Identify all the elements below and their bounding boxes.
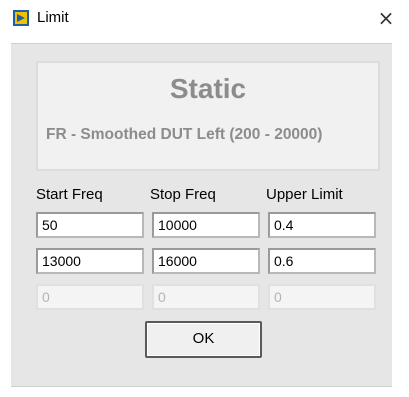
info-box: Static FR - Smoothed DUT Left (200 - 200… bbox=[36, 61, 380, 171]
start-freq-cell[interactable]: 50 bbox=[36, 212, 144, 238]
upper-limit-cell-empty[interactable]: 0 bbox=[268, 284, 376, 310]
app-icon bbox=[13, 10, 29, 26]
stop-freq-cell[interactable]: 16000 bbox=[152, 248, 260, 274]
upper-limit-cell[interactable]: 0.4 bbox=[268, 212, 376, 238]
close-button[interactable]: × bbox=[372, 5, 400, 31]
start-freq-cell[interactable]: 13000 bbox=[36, 248, 144, 274]
window-title: Limit bbox=[37, 9, 69, 26]
title-bar: Limit × bbox=[0, 0, 409, 36]
stop-freq-cell-empty[interactable]: 0 bbox=[152, 284, 260, 310]
header-start-freq: Start Freq bbox=[36, 186, 103, 203]
measurement-subtitle: FR - Smoothed DUT Left (200 - 20000) bbox=[46, 126, 323, 143]
start-freq-cell-empty[interactable]: 0 bbox=[36, 284, 144, 310]
ok-button[interactable]: OK bbox=[145, 321, 262, 358]
header-stop-freq: Stop Freq bbox=[150, 186, 216, 203]
header-upper-limit: Upper Limit bbox=[266, 186, 343, 203]
limit-type-heading: Static bbox=[169, 73, 247, 104]
stop-freq-cell[interactable]: 10000 bbox=[152, 212, 260, 238]
upper-limit-cell[interactable]: 0.6 bbox=[268, 248, 376, 274]
